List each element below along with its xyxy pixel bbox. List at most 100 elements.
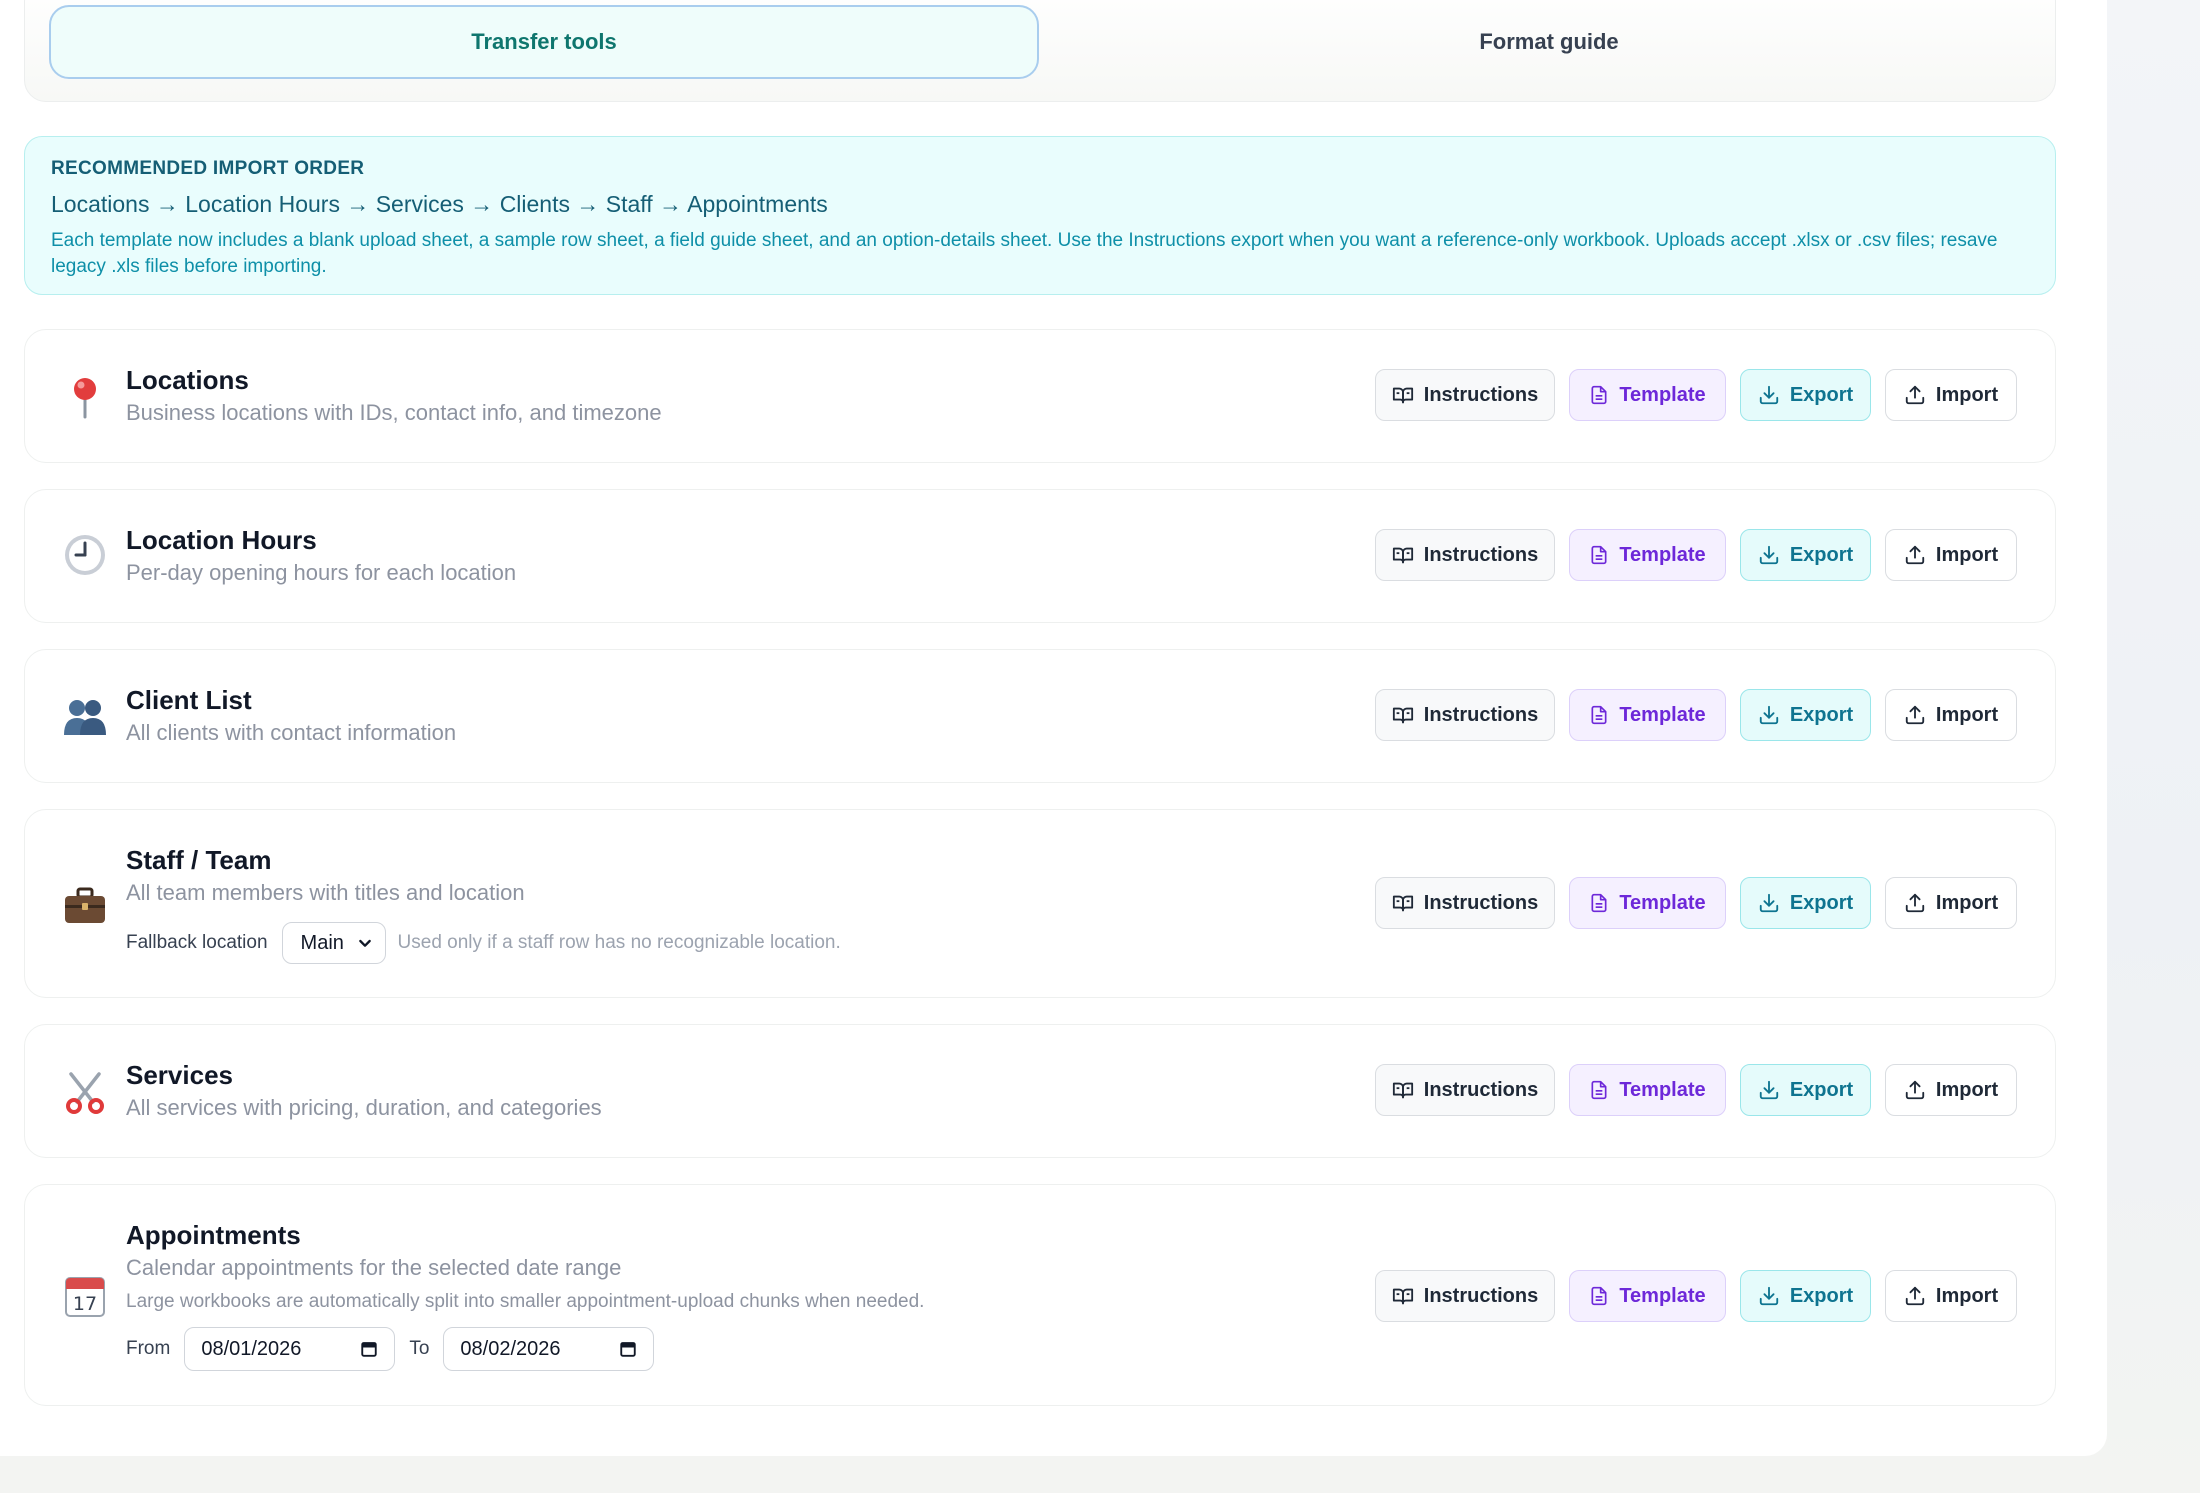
- chunking-note: Large workbooks are automatically split …: [126, 1291, 925, 1312]
- file-text-icon: [1591, 705, 1607, 725]
- upload-icon: [1905, 893, 1925, 913]
- card-title: Locations: [126, 365, 249, 395]
- instructions-button[interactable]: Instructions: [1375, 877, 1555, 929]
- import-button[interactable]: Import: [1885, 1064, 2017, 1116]
- download-icon: [1759, 705, 1778, 725]
- template-button[interactable]: Template: [1569, 877, 1726, 929]
- card-actions: Instructions Template Export Import: [1375, 1064, 2017, 1116]
- instructions-button[interactable]: Instructions: [1375, 1270, 1555, 1322]
- card-body: Staff / Team All team members with title…: [126, 844, 841, 964]
- import-button[interactable]: Import: [1885, 369, 2017, 421]
- file-text-icon: [1591, 1080, 1607, 1100]
- date-range-row: From 08/01/2026 To 08/02/2026: [126, 1327, 924, 1371]
- card-actions: Instructions Template Export Import: [1375, 529, 2017, 581]
- import-button[interactable]: Import: [1885, 689, 2017, 741]
- card-description: Per-day opening hours for each location: [126, 560, 517, 585]
- download-icon: [1759, 545, 1778, 565]
- card-description: All team members with titles and locatio…: [126, 880, 525, 905]
- book-open-icon: [1392, 1082, 1413, 1099]
- card-title: Services: [126, 1060, 233, 1090]
- card-location-hours: Location Hours Per-day opening hours for…: [24, 489, 2056, 623]
- export-button[interactable]: Export: [1740, 1270, 1871, 1322]
- import-order-sequence: Locations → Location Hours → Services → …: [51, 191, 828, 217]
- card-body: Location Hours Per-day opening hours for…: [126, 524, 516, 588]
- file-text-icon: [1591, 385, 1607, 405]
- briefcase-icon: [61, 881, 109, 929]
- page-background-right: [2107, 0, 2200, 1493]
- calendar-icon: 17: [61, 1272, 109, 1320]
- instructions-button[interactable]: Instructions: [1375, 369, 1555, 421]
- card-actions: Instructions Template Export Import: [1375, 689, 2017, 741]
- card-body: Appointments Calendar appointments for t…: [126, 1219, 924, 1371]
- fallback-location-label: Fallback location: [126, 932, 268, 953]
- book-open-icon: [1392, 1288, 1413, 1305]
- file-text-icon: [1591, 545, 1607, 565]
- clock-icon: [61, 531, 109, 579]
- svg-text:17: 17: [73, 1293, 97, 1315]
- tab-transfer-tools[interactable]: Transfer tools: [49, 5, 1039, 79]
- round-pushpin-icon: [61, 373, 109, 421]
- template-button[interactable]: Template: [1569, 529, 1726, 581]
- download-icon: [1759, 893, 1778, 913]
- import-button[interactable]: Import: [1885, 877, 2017, 929]
- import-button[interactable]: Import: [1885, 529, 2017, 581]
- download-icon: [1759, 1286, 1778, 1306]
- from-label: From: [126, 1338, 171, 1359]
- export-button[interactable]: Export: [1740, 529, 1871, 581]
- card-title: Location Hours: [126, 525, 317, 555]
- tab-bar: Transfer tools Format guide: [24, 0, 2056, 102]
- download-icon: [1759, 385, 1778, 405]
- file-text-icon: [1591, 893, 1607, 913]
- banner-title: RECOMMENDED IMPORT ORDER: [51, 158, 365, 179]
- card-body: Client List All clients with contact inf…: [126, 684, 456, 748]
- upload-icon: [1905, 1080, 1925, 1100]
- card-client-list: Client List All clients with contact inf…: [24, 649, 2056, 783]
- card-services: Services All services with pricing, dura…: [24, 1024, 2056, 1158]
- export-button[interactable]: Export: [1740, 877, 1871, 929]
- file-text-icon: [1591, 1286, 1607, 1306]
- instructions-button[interactable]: Instructions: [1375, 689, 1555, 741]
- template-button[interactable]: Template: [1569, 1270, 1726, 1322]
- import-button[interactable]: Import: [1885, 1270, 2017, 1322]
- template-button[interactable]: Template: [1569, 689, 1726, 741]
- upload-icon: [1905, 545, 1925, 565]
- card-locations: Locations Business locations with IDs, c…: [24, 329, 2056, 463]
- to-date-input[interactable]: 08/02/2026: [443, 1327, 655, 1371]
- upload-icon: [1905, 705, 1925, 725]
- fallback-location-row: Fallback location Main Used only if a st…: [126, 922, 841, 964]
- card-description: All services with pricing, duration, and…: [126, 1095, 602, 1120]
- card-actions: Instructions Template Export Import: [1375, 877, 2017, 929]
- book-open-icon: [1392, 895, 1413, 912]
- card-actions: Instructions Template Export Import: [1375, 369, 2017, 421]
- fallback-location-select[interactable]: Main: [281, 922, 386, 964]
- card-body: Locations Business locations with IDs, c…: [126, 364, 662, 428]
- export-button[interactable]: Export: [1740, 689, 1871, 741]
- from-date-input[interactable]: 08/01/2026: [184, 1327, 396, 1371]
- template-button[interactable]: Template: [1569, 369, 1726, 421]
- transfer-panel: Transfer tools Format guide RECOMMENDED …: [0, 0, 2107, 1456]
- card-description: Calendar appointments for the selected d…: [126, 1255, 622, 1280]
- card-actions: Instructions Template Export Import: [1375, 1270, 2017, 1322]
- book-open-icon: [1392, 707, 1413, 724]
- card-appointments: 17 Appointments Calendar appointments fo…: [24, 1184, 2056, 1406]
- card-title: Client List: [126, 685, 252, 715]
- instructions-button[interactable]: Instructions: [1375, 1064, 1555, 1116]
- card-staff-team: Staff / Team All team members with title…: [24, 809, 2056, 998]
- people-icon: [61, 693, 109, 741]
- upload-icon: [1905, 385, 1925, 405]
- tab-format-guide[interactable]: Format guide: [1049, 5, 2049, 79]
- scissors-icon: [61, 1068, 109, 1116]
- upload-icon: [1905, 1286, 1925, 1306]
- export-button[interactable]: Export: [1740, 369, 1871, 421]
- download-icon: [1759, 1080, 1778, 1100]
- card-title: Staff / Team: [126, 845, 272, 875]
- template-button[interactable]: Template: [1569, 1064, 1726, 1116]
- fallback-location-hint: Used only if a staff row has no recogniz…: [397, 932, 841, 953]
- to-label: To: [409, 1338, 430, 1359]
- banner-description: Each template now includes a blank uploa…: [51, 230, 1998, 277]
- calendar-picker-icon: [361, 1342, 378, 1357]
- export-button[interactable]: Export: [1740, 1064, 1871, 1116]
- chevron-down-icon: [358, 939, 371, 947]
- instructions-button[interactable]: Instructions: [1375, 529, 1555, 581]
- import-order-banner: RECOMMENDED IMPORT ORDER Locations → Loc…: [24, 136, 2056, 295]
